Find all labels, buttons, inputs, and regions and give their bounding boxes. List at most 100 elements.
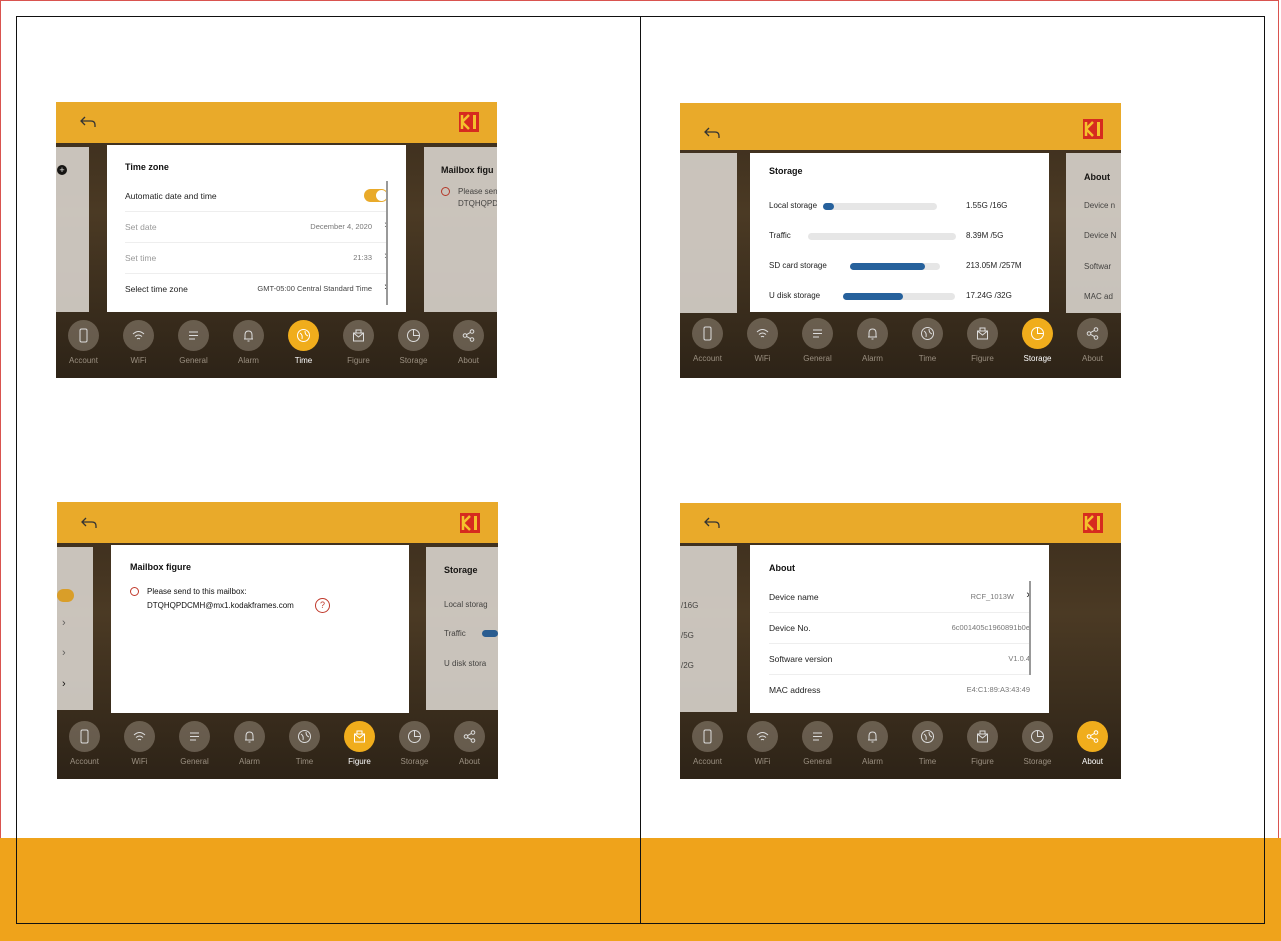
pie-chart-icon-circle (399, 721, 430, 752)
nav-item-about[interactable]: About (441, 314, 496, 378)
peek-text: MAC ad (1084, 292, 1113, 301)
nav-label: Alarm (862, 354, 883, 363)
nav-item-storage[interactable]: Storage (1010, 715, 1065, 779)
dialog-title: Time zone (125, 162, 169, 172)
select-time-zone-row[interactable]: Select time zone GMT-05:00 Central Stand… (125, 273, 388, 304)
set-date-row[interactable]: Set date December 4, 2020 › (125, 211, 388, 243)
peek-text: /2G (681, 661, 694, 670)
nav-item-alarm[interactable]: Alarm (845, 312, 900, 376)
software-version-row: Software version V1.0.4 (769, 643, 1030, 675)
wifi-icon (133, 732, 146, 741)
globe-icon-circle (912, 721, 943, 752)
nav-item-figure[interactable]: Figure (955, 312, 1010, 376)
auto-date-toggle[interactable] (364, 189, 388, 202)
nav-item-figure[interactable]: Figure (331, 314, 386, 378)
share-icon (1086, 730, 1099, 743)
nav-item-alarm[interactable]: Alarm (222, 715, 277, 779)
radio-icon[interactable] (130, 587, 139, 596)
peek-text: /16G (681, 601, 699, 610)
nav-item-account[interactable]: Account (680, 312, 735, 376)
storage-bar-fill (843, 293, 903, 300)
storage-bar-fill (823, 203, 834, 210)
list-icon (813, 329, 822, 338)
nav-label: About (458, 356, 479, 365)
nav-item-wifi[interactable]: WiFi (735, 715, 790, 779)
figure-screenshot: › › › Storage Local storag Traffic U dis… (57, 502, 498, 779)
nav-label: WiFi (131, 757, 148, 766)
right-card-peek: Storage Local storag Traffic U disk stor… (426, 547, 498, 710)
wifi-icon-circle (747, 721, 778, 752)
nav-label: Storage (1023, 354, 1052, 363)
storage-label: U disk storage (769, 291, 821, 300)
scrollbar[interactable] (386, 181, 388, 305)
nav-label: About (1082, 757, 1103, 766)
nav-item-account[interactable]: Account (680, 715, 735, 779)
chevron-right-icon: › (62, 678, 66, 690)
nav-item-general[interactable]: General (167, 715, 222, 779)
nav-item-alarm[interactable]: Alarm (221, 314, 276, 378)
nav-item-about[interactable]: About (442, 715, 497, 779)
nav-item-storage[interactable]: Storage (1010, 312, 1065, 376)
back-arrow-icon[interactable] (702, 513, 722, 533)
nav-item-account[interactable]: Account (56, 314, 111, 378)
back-arrow-icon[interactable] (79, 513, 99, 533)
list-icon-circle (178, 320, 209, 351)
nav-item-general[interactable]: General (790, 715, 845, 779)
row-label: Device No. (769, 623, 811, 633)
nav-label: Figure (347, 356, 370, 365)
scrollbar[interactable] (1029, 581, 1031, 675)
nav-item-about[interactable]: About (1065, 312, 1120, 376)
nav-item-general[interactable]: General (166, 314, 221, 378)
nav-item-alarm[interactable]: Alarm (845, 715, 900, 779)
nav-item-wifi[interactable]: WiFi (112, 715, 167, 779)
nav-item-wifi[interactable]: WiFi (735, 312, 790, 376)
toggle-peek (57, 589, 74, 602)
wifi-icon (756, 329, 769, 338)
dialog-title: Mailbox figure (130, 562, 192, 572)
nav-label: Account (69, 356, 98, 365)
back-arrow-icon[interactable] (78, 112, 98, 132)
time-screenshot: + Mailbox figu Please sen DTQHQPD Time z… (56, 102, 497, 378)
storage-bar-track (823, 203, 937, 210)
row-value: GMT-05:00 Central Standard Time (257, 284, 372, 293)
nav-item-about[interactable]: About (1065, 715, 1120, 779)
device-no-row: Device No. 6c001405c1960891b0e (769, 612, 1030, 644)
nav-item-storage[interactable]: Storage (386, 314, 441, 378)
nav-item-time[interactable]: Time (900, 312, 955, 376)
share-icon-circle (453, 320, 484, 351)
help-icon[interactable]: ? (315, 598, 330, 613)
row-label: Select time zone (125, 284, 188, 294)
device-name-row[interactable]: Device name RCF_1013W › (769, 581, 1030, 613)
globe-icon (921, 327, 934, 340)
back-arrow-icon[interactable] (702, 123, 722, 143)
left-card-peek: + (56, 147, 89, 312)
nav-item-figure[interactable]: Figure (955, 715, 1010, 779)
traffic-bar-peek (482, 630, 498, 637)
list-icon (190, 732, 199, 741)
nav-item-storage[interactable]: Storage (387, 715, 442, 779)
nav-label: WiFi (130, 356, 147, 365)
dialog-title: Storage (769, 166, 803, 176)
nav-label: Time (918, 757, 937, 766)
set-time-row[interactable]: Set time 21:33 › (125, 242, 388, 274)
right-card-peek: Mailbox figu Please sen DTQHQPD (424, 147, 497, 312)
add-icon[interactable]: + (57, 165, 67, 175)
wifi-icon-circle (124, 721, 155, 752)
nav-item-wifi[interactable]: WiFi (111, 314, 166, 378)
nav-item-time[interactable]: Time (276, 314, 331, 378)
mailbox-address: DTQHQPDCMH@mx1.kodakframes.com (147, 601, 294, 610)
nav-label: Figure (971, 757, 994, 766)
share-icon (1086, 327, 1099, 340)
auto-date-row[interactable]: Automatic date and time (125, 180, 388, 212)
mac-address-row: MAC address E4:C1:89:A3:43:49 (769, 674, 1030, 705)
mailbox-instruction: Please send to this mailbox: (147, 587, 247, 596)
nav-item-figure[interactable]: Figure (332, 715, 387, 779)
storage-label: Traffic (769, 231, 791, 240)
peek-title: About (1084, 172, 1110, 182)
nav-label: Time (294, 356, 313, 365)
nav-item-time[interactable]: Time (900, 715, 955, 779)
nav-item-general[interactable]: General (790, 312, 845, 376)
nav-item-time[interactable]: Time (277, 715, 332, 779)
row-value: 6c001405c1960891b0e (951, 623, 1030, 632)
nav-item-account[interactable]: Account (57, 715, 112, 779)
